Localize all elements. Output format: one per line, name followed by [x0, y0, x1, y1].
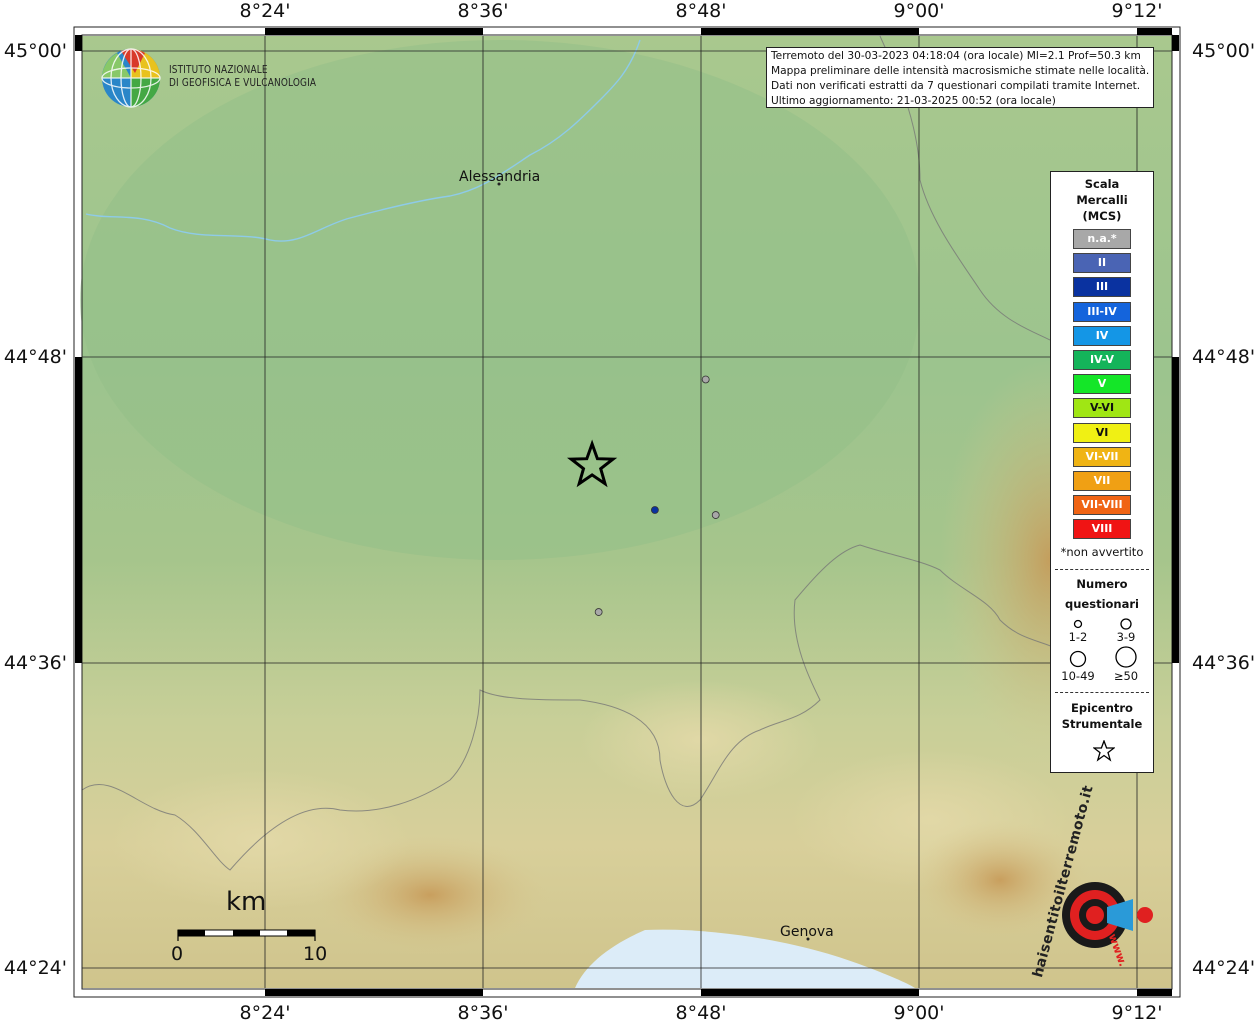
- legend-panel: Scala Mercalli (MCS) n.a.* II III III-IV IV I…: [1050, 171, 1154, 773]
- mcs-scale-item: VIII: [1073, 519, 1131, 540]
- scale-unit: km: [226, 887, 267, 917]
- legend-title-line: Scala: [1084, 177, 1120, 191]
- scale-end: 10: [303, 943, 328, 965]
- count-circle-50: [1115, 646, 1137, 668]
- count-circle-10-49: [1069, 650, 1087, 668]
- lon-label-top: 9°12': [1111, 0, 1163, 22]
- map-description: Mappa preliminare delle intensità macros…: [771, 65, 1150, 77]
- logo-line: ISTITUTO NAZIONALE: [169, 64, 268, 76]
- legend-title-line: Mercalli: [1076, 193, 1128, 207]
- lon-label-bottom: 8°36': [457, 1002, 509, 1024]
- legend-divider: [1055, 692, 1149, 693]
- lat-label-left: 44°48': [3, 346, 67, 368]
- mcs-scale-item: III: [1073, 277, 1131, 298]
- logo-line: DI GEOFISICA E VULCANOLOGIA: [169, 77, 317, 89]
- mcs-scale-item: V-VI: [1073, 398, 1131, 419]
- lon-label-bottom: 8°48': [675, 1002, 727, 1024]
- mcs-scale-item: IV-V: [1073, 350, 1131, 370]
- data-description: Dati non verificati estratti da 7 questi…: [771, 80, 1141, 92]
- ingv-logo-text: ISTITUTO NAZIONALE DI GEOFISICA E VULCAN…: [169, 64, 316, 90]
- star-icon: [1093, 740, 1115, 762]
- mcs-scale-item: V: [1073, 374, 1131, 395]
- lon-label-bottom: 8°24': [239, 1002, 291, 1024]
- event-info-box: Terremoto del 30-03-2023 04:18:04 (ora l…: [766, 47, 1154, 108]
- legend-title-line: (MCS): [1082, 209, 1122, 223]
- count-label: 1-2: [1068, 630, 1088, 644]
- lon-label-top: 8°24': [239, 0, 291, 22]
- intensity-point: [594, 608, 603, 616]
- lat-label-left: 44°36': [3, 652, 67, 674]
- lon-label-top: 9°00': [893, 0, 945, 22]
- intensity-point: [711, 511, 720, 519]
- count-title-line: Numero: [1076, 577, 1128, 591]
- intensity-point: [701, 375, 710, 384]
- mcs-scale-item: VI-VII: [1073, 446, 1131, 467]
- po-plain: [80, 40, 920, 560]
- legend-divider: [1055, 569, 1149, 570]
- epicenter-title: Epicentro Strumentale: [1051, 700, 1153, 732]
- lon-label-bottom: 9°00': [893, 1002, 945, 1024]
- lat-label-right: 44°24': [1192, 957, 1255, 979]
- count-title: Numero questionari: [1051, 574, 1153, 614]
- count-label: 10-49: [1061, 669, 1095, 683]
- mcs-scale-item: III-IV: [1073, 301, 1131, 322]
- ingv-logo: [101, 48, 161, 108]
- last-update: Ultimo aggiornamento: 21-03-2025 00:52 (…: [771, 95, 1056, 107]
- mcs-scale-item: VI: [1073, 422, 1131, 443]
- mcs-scale-item: VII: [1073, 471, 1131, 491]
- intensity-point: [650, 506, 659, 514]
- legend-footnote: *non avvertito: [1060, 545, 1144, 559]
- count-circle-1-2: [1073, 619, 1083, 629]
- mcs-scale-item: IV: [1073, 325, 1131, 346]
- count-label: ≥50: [1113, 669, 1139, 683]
- place-label-genova: Genova: [780, 924, 834, 940]
- epicenter-title-line: Strumentale: [1061, 717, 1143, 731]
- scale-start: 0: [171, 943, 184, 965]
- mcs-scale-item: n.a.*: [1073, 229, 1131, 249]
- lat-label-left: 44°24': [3, 957, 67, 979]
- legend-title: Scala Mercalli (MCS): [1051, 176, 1153, 224]
- mcs-scale-item: VII-VIII: [1073, 495, 1131, 516]
- count-title-line: questionari: [1065, 597, 1139, 611]
- mcs-scale-item: II: [1073, 253, 1131, 274]
- lon-label-bottom: 9°12': [1111, 1002, 1163, 1024]
- lat-label-right: 44°36': [1192, 652, 1255, 674]
- lat-label-right: 45°00': [1192, 40, 1255, 62]
- count-circle-3-9: [1120, 618, 1132, 630]
- hill-area: [580, 680, 820, 800]
- lon-label-top: 8°48': [675, 0, 727, 22]
- place-label-alessandria: Alessandria: [459, 169, 541, 185]
- lon-label-top: 8°36': [457, 0, 509, 22]
- lat-label-right: 44°48': [1192, 346, 1255, 368]
- lat-label-left: 45°00': [3, 40, 67, 62]
- event-description: Terremoto del 30-03-2023 04:18:04 (ora l…: [771, 50, 1141, 62]
- count-label: 3-9: [1116, 630, 1136, 644]
- epicenter-title-line: Epicentro: [1071, 701, 1133, 715]
